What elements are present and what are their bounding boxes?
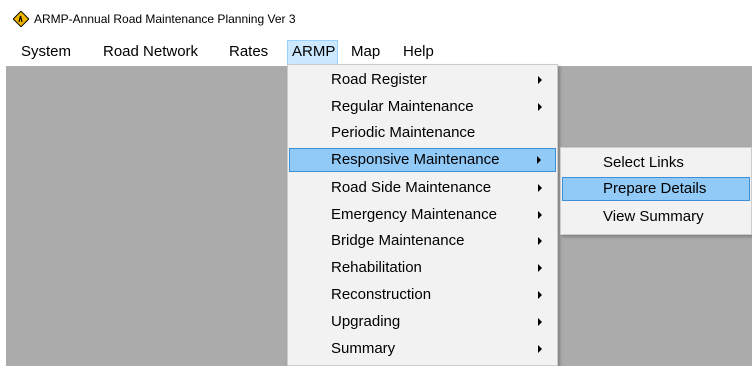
menu-help[interactable]: Help — [399, 40, 438, 65]
submenu-arrow-icon — [538, 184, 542, 192]
menu-item-label: Road Side Maintenance — [331, 179, 492, 196]
menu-item-label: Summary — [331, 340, 396, 357]
menu-item-label: Periodic Maintenance — [331, 124, 476, 141]
menu-item-label: Rehabilitation — [331, 259, 422, 276]
submenu-arrow-icon — [538, 76, 542, 84]
menu-armp[interactable]: ARMP — [287, 40, 338, 65]
submenu-arrow-icon — [538, 345, 542, 353]
title-bar: ARMP-Annual Road Maintenance Planning Ve… — [0, 0, 752, 40]
menu-item-select-links[interactable]: Select Links — [562, 151, 750, 175]
menu-item-upgrading[interactable]: Upgrading — [289, 310, 556, 334]
menu-map[interactable]: Map — [347, 40, 384, 65]
responsive-maintenance-submenu: Select Links Prepare Details View Summar… — [560, 147, 752, 235]
submenu-arrow-icon — [538, 264, 542, 272]
menu-item-view-summary[interactable]: View Summary — [562, 205, 750, 229]
menu-item-reconstruction[interactable]: Reconstruction — [289, 283, 556, 307]
menu-item-label: Select Links — [603, 154, 684, 171]
menu-item-periodic-maintenance[interactable]: Periodic Maintenance — [289, 121, 556, 145]
window-title: ARMP-Annual Road Maintenance Planning Ve… — [34, 12, 296, 26]
submenu-arrow-icon — [538, 291, 542, 299]
menu-item-emergency-maintenance[interactable]: Emergency Maintenance — [289, 203, 556, 227]
menu-item-road-register[interactable]: Road Register — [289, 68, 556, 92]
menu-item-label: Bridge Maintenance — [331, 232, 465, 249]
menu-item-prepare-details[interactable]: Prepare Details — [562, 177, 750, 201]
menu-rates[interactable]: Rates — [225, 40, 272, 65]
menu-item-responsive-maintenance[interactable]: Responsive Maintenance — [289, 148, 556, 172]
menu-item-label: Responsive Maintenance — [331, 151, 500, 168]
menu-bar: System Road Network Rates ARMP Map Help — [0, 40, 752, 65]
menu-system[interactable]: System — [17, 40, 75, 65]
menu-item-label: View Summary — [603, 208, 704, 225]
submenu-arrow-icon — [538, 237, 542, 245]
submenu-arrow-icon — [537, 156, 541, 164]
menu-item-label: Prepare Details — [603, 180, 707, 197]
menu-road-network[interactable]: Road Network — [99, 40, 202, 65]
submenu-arrow-icon — [538, 103, 542, 111]
menu-item-road-side-maintenance[interactable]: Road Side Maintenance — [289, 176, 556, 200]
menu-item-rehabilitation[interactable]: Rehabilitation — [289, 256, 556, 280]
menu-item-label: Reconstruction — [331, 286, 432, 303]
menu-item-label: Regular Maintenance — [331, 98, 474, 115]
menu-item-label: Road Register — [331, 71, 427, 88]
menu-item-regular-maintenance[interactable]: Regular Maintenance — [289, 95, 556, 119]
menu-item-bridge-maintenance[interactable]: Bridge Maintenance — [289, 229, 556, 253]
armp-dropdown-menu: Road Register Regular Maintenance Period… — [287, 64, 558, 366]
submenu-arrow-icon — [538, 318, 542, 326]
submenu-arrow-icon — [538, 211, 542, 219]
menu-item-summary[interactable]: Summary — [289, 337, 556, 361]
menu-item-label: Upgrading — [331, 313, 401, 330]
menu-item-label: Emergency Maintenance — [331, 206, 497, 223]
road-sign-icon — [13, 11, 29, 27]
